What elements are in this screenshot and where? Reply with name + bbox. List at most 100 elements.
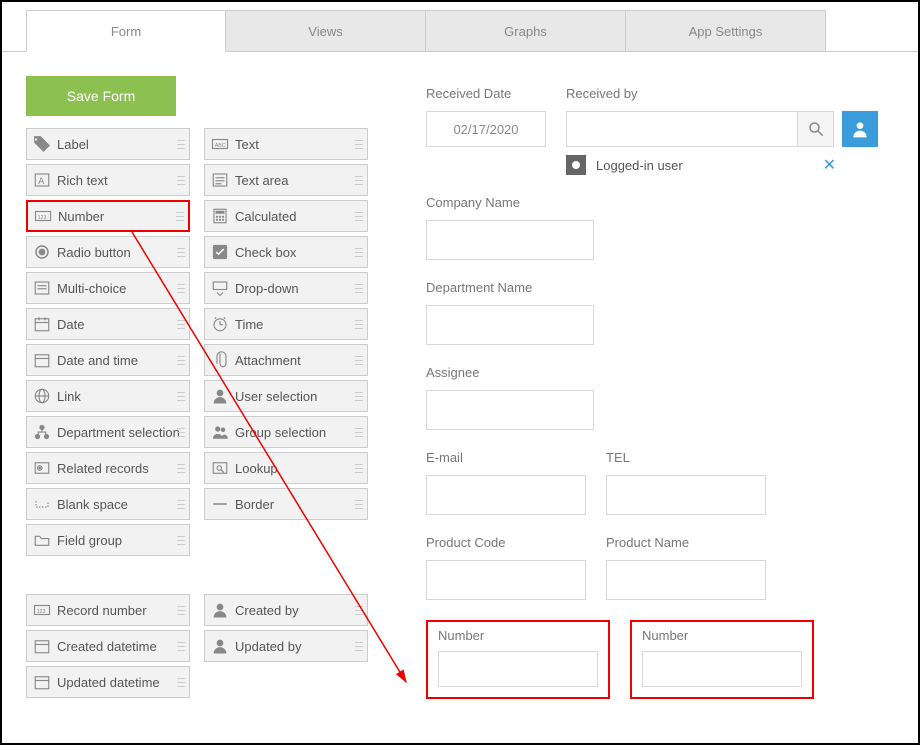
fieldtype-label-text: Text xyxy=(235,137,259,152)
fieldtype-number[interactable]: 123 Number xyxy=(26,200,190,232)
tab-app-settings[interactable]: App Settings xyxy=(626,10,826,52)
number-field-dropped-2[interactable]: Number xyxy=(630,620,814,699)
fieldtype-createdby[interactable]: Created by xyxy=(204,594,368,626)
drag-grip xyxy=(177,165,185,195)
drag-grip xyxy=(177,417,185,447)
fieldtype-link[interactable]: Link xyxy=(26,380,190,412)
fieldtype-label-text: Group selection xyxy=(235,425,326,440)
border-icon xyxy=(211,495,229,513)
save-form-button[interactable]: Save Form xyxy=(26,76,176,116)
drag-grip xyxy=(355,273,363,303)
fieldtype-recordnumber[interactable]: 123 Record number xyxy=(26,594,190,626)
drag-grip xyxy=(177,381,185,411)
fieldtype-label-text: Created by xyxy=(235,603,299,618)
fieldtype-text[interactable]: ABC Text xyxy=(204,128,368,160)
fieldtype-label-text: Updated datetime xyxy=(57,675,160,690)
fieldtype-related[interactable]: Related records xyxy=(26,452,190,484)
received-by-input[interactable] xyxy=(566,111,798,147)
fieldtype-label-text: User selection xyxy=(235,389,317,404)
drag-grip xyxy=(176,202,184,230)
department-name-input[interactable] xyxy=(426,305,594,345)
product-name-input[interactable] xyxy=(606,560,766,600)
clock-icon xyxy=(211,315,229,333)
drag-grip xyxy=(355,631,363,661)
company-name-input[interactable] xyxy=(426,220,594,260)
fieldtype-updatedby[interactable]: Updated by xyxy=(204,630,368,662)
received-by-label: Received by xyxy=(566,86,878,101)
department-name-label: Department Name xyxy=(426,280,878,295)
search-button[interactable] xyxy=(798,111,834,147)
fieldtype-label-text: Related records xyxy=(57,461,149,476)
fieldtype-blankspace[interactable]: Blank space xyxy=(26,488,190,520)
fieldtype-deptselect[interactable]: Department selection xyxy=(26,416,190,448)
assignee-label: Assignee xyxy=(426,365,878,380)
fieldtype-richtext[interactable]: A Rich text xyxy=(26,164,190,196)
fieldtype-date[interactable]: Date xyxy=(26,308,190,340)
fieldtype-createddatetime[interactable]: Created datetime xyxy=(26,630,190,662)
drag-grip xyxy=(177,667,185,697)
assignee-input[interactable] xyxy=(426,390,594,430)
remove-chip-button[interactable]: ✕ xyxy=(823,155,836,175)
fieldtype-checkbox[interactable]: Check box xyxy=(204,236,368,268)
fieldtype-label-text: Label xyxy=(57,137,89,152)
fieldtype-label-text: Date xyxy=(57,317,84,332)
fieldtype-label-text: Department selection xyxy=(57,425,180,440)
fieldtype-dropdown[interactable]: Drop-down xyxy=(204,272,368,304)
tab-views[interactable]: Views xyxy=(226,10,426,52)
field-palette-panel: Save Form Label ABC Text A Rich text T xyxy=(26,52,368,699)
tab-form[interactable]: Form xyxy=(26,10,226,52)
number-field-label: Number xyxy=(642,628,802,643)
fieldtype-label-text: Text area xyxy=(235,173,288,188)
fieldtype-label-text: Link xyxy=(57,389,81,404)
fieldtype-label-text: Record number xyxy=(57,603,147,618)
fieldtype-label-text: Blank space xyxy=(57,497,128,512)
drag-grip xyxy=(177,489,185,519)
fieldtype-label-text: Drop-down xyxy=(235,281,299,296)
drag-grip xyxy=(355,237,363,267)
number-field-label: Number xyxy=(438,628,598,643)
fieldtype-groupselect[interactable]: Group selection xyxy=(204,416,368,448)
user-icon xyxy=(211,387,229,405)
fieldtype-lookup[interactable]: Lookup xyxy=(204,452,368,484)
fieldtype-multichoice[interactable]: Multi-choice xyxy=(26,272,190,304)
globe-icon xyxy=(33,387,51,405)
number-field-dropped-1[interactable]: Number xyxy=(426,620,610,699)
drag-grip xyxy=(177,237,185,267)
drag-grip xyxy=(177,631,185,661)
fieldtype-time[interactable]: Time xyxy=(204,308,368,340)
fieldtype-datetime[interactable]: Date and time xyxy=(26,344,190,376)
product-code-input[interactable] xyxy=(426,560,586,600)
calendar-icon xyxy=(33,637,51,655)
fieldtype-updateddatetime[interactable]: Updated datetime xyxy=(26,666,190,698)
fieldtype-label-text: Border xyxy=(235,497,274,512)
fieldtype-label-text: Date and time xyxy=(57,353,138,368)
fieldtype-textarea[interactable]: Text area xyxy=(204,164,368,196)
received-date-label: Received Date xyxy=(426,86,546,101)
fieldtype-label[interactable]: Label xyxy=(26,128,190,160)
drag-grip xyxy=(177,345,185,375)
tel-input[interactable] xyxy=(606,475,766,515)
tab-graphs[interactable]: Graphs xyxy=(426,10,626,52)
fieldtype-radio[interactable]: Radio button xyxy=(26,236,190,268)
fieldtype-calculated[interactable]: Calculated xyxy=(204,200,368,232)
fieldtype-fieldgroup[interactable]: Field group xyxy=(26,524,190,556)
tag-icon xyxy=(33,135,51,153)
fieldtype-label-text: Number xyxy=(58,209,104,224)
received-date-input[interactable] xyxy=(426,111,546,147)
radio-selected-icon xyxy=(566,155,586,175)
svg-text:123: 123 xyxy=(37,609,46,615)
richtext-icon: A xyxy=(33,171,51,189)
number-field-input[interactable] xyxy=(438,651,598,687)
fieldtype-attachment[interactable]: Attachment xyxy=(204,344,368,376)
fieldtype-label-text: Check box xyxy=(235,245,296,260)
fieldtype-userselect[interactable]: User selection xyxy=(204,380,368,412)
user-picker-button[interactable] xyxy=(842,111,878,147)
form-canvas: Received Date Received by Logged-in user xyxy=(388,52,894,699)
email-input[interactable] xyxy=(426,475,586,515)
fieldtype-label-text: Created datetime xyxy=(57,639,157,654)
drag-grip xyxy=(355,381,363,411)
number-field-input[interactable] xyxy=(642,651,802,687)
blank-icon xyxy=(33,495,51,513)
tab-bar: Form Views Graphs App Settings xyxy=(26,10,918,52)
fieldtype-border[interactable]: Border xyxy=(204,488,368,520)
